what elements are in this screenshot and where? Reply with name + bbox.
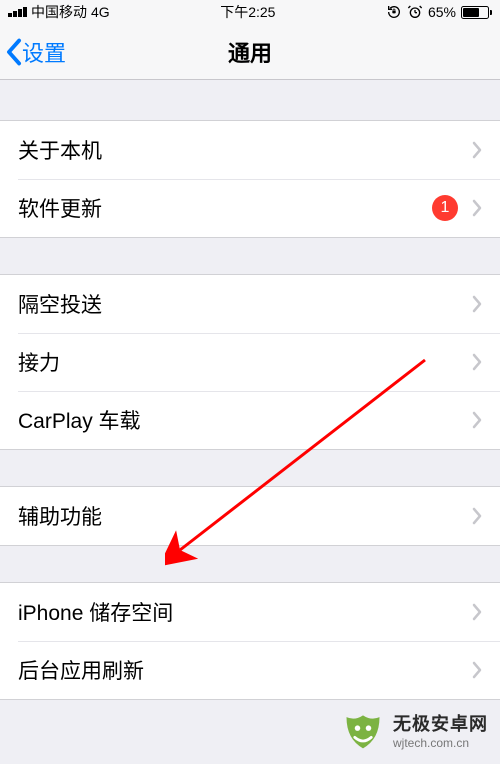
back-label: 设置 bbox=[22, 36, 66, 68]
row-about[interactable]: 关于本机 bbox=[0, 121, 500, 179]
row-label: 后台应用刷新 bbox=[18, 655, 472, 685]
screen: 中国移动 4G 下午2:25 65% 设置 通用 关于本机 软件更新 1 bbox=[0, 0, 500, 700]
section-spacer bbox=[0, 80, 500, 120]
row-background-refresh[interactable]: 后台应用刷新 bbox=[0, 641, 500, 699]
status-bar: 中国移动 4G 下午2:25 65% bbox=[0, 0, 500, 24]
chevron-left-icon bbox=[6, 38, 22, 66]
watermark: 无极安卓网 wjtech.com.cn bbox=[341, 708, 488, 752]
row-handoff[interactable]: 接力 bbox=[0, 333, 500, 391]
group-0: 关于本机 软件更新 1 bbox=[0, 120, 500, 238]
group-2: 辅助功能 bbox=[0, 486, 500, 546]
watermark-title: 无极安卓网 bbox=[393, 710, 488, 736]
chevron-right-icon bbox=[472, 661, 482, 679]
chevron-right-icon bbox=[472, 353, 482, 371]
back-button[interactable]: 设置 bbox=[6, 36, 66, 68]
section-spacer bbox=[0, 238, 500, 274]
watermark-text: 无极安卓网 wjtech.com.cn bbox=[393, 710, 488, 750]
row-iphone-storage[interactable]: iPhone 储存空间 bbox=[0, 583, 500, 641]
network-label: 4G bbox=[91, 4, 110, 20]
chevron-right-icon bbox=[472, 507, 482, 525]
status-right: 65% bbox=[386, 4, 492, 20]
status-left: 中国移动 4G bbox=[8, 2, 110, 22]
section-spacer bbox=[0, 450, 500, 486]
chevron-right-icon bbox=[472, 295, 482, 313]
status-time: 下午2:25 bbox=[220, 2, 275, 22]
row-software-update[interactable]: 软件更新 1 bbox=[0, 179, 500, 237]
row-label: 接力 bbox=[18, 347, 472, 377]
chevron-right-icon bbox=[472, 199, 482, 217]
row-label: 辅助功能 bbox=[18, 501, 472, 531]
group-1: 隔空投送 接力 CarPlay 车载 bbox=[0, 274, 500, 450]
alarm-icon bbox=[407, 4, 423, 20]
chevron-right-icon bbox=[472, 603, 482, 621]
watermark-sub: wjtech.com.cn bbox=[393, 736, 488, 750]
chevron-right-icon bbox=[472, 411, 482, 429]
watermark-logo-icon bbox=[341, 708, 385, 752]
row-label: 隔空投送 bbox=[18, 289, 472, 319]
row-label: CarPlay 车载 bbox=[18, 405, 472, 435]
orientation-lock-icon bbox=[386, 4, 402, 20]
battery-pct: 65% bbox=[428, 4, 456, 20]
row-accessibility[interactable]: 辅助功能 bbox=[0, 487, 500, 545]
row-label: 软件更新 bbox=[18, 193, 432, 223]
row-label: iPhone 储存空间 bbox=[18, 597, 472, 627]
row-airdrop[interactable]: 隔空投送 bbox=[0, 275, 500, 333]
chevron-right-icon bbox=[472, 141, 482, 159]
battery-icon bbox=[461, 6, 492, 19]
nav-bar: 设置 通用 bbox=[0, 24, 500, 80]
carrier-label: 中国移动 bbox=[31, 2, 87, 22]
row-label: 关于本机 bbox=[18, 135, 472, 165]
group-3: iPhone 储存空间 后台应用刷新 bbox=[0, 582, 500, 700]
update-badge: 1 bbox=[432, 195, 458, 221]
section-spacer bbox=[0, 546, 500, 582]
page-title: 通用 bbox=[228, 36, 272, 68]
signal-icon bbox=[8, 7, 27, 17]
row-carplay[interactable]: CarPlay 车载 bbox=[0, 391, 500, 449]
